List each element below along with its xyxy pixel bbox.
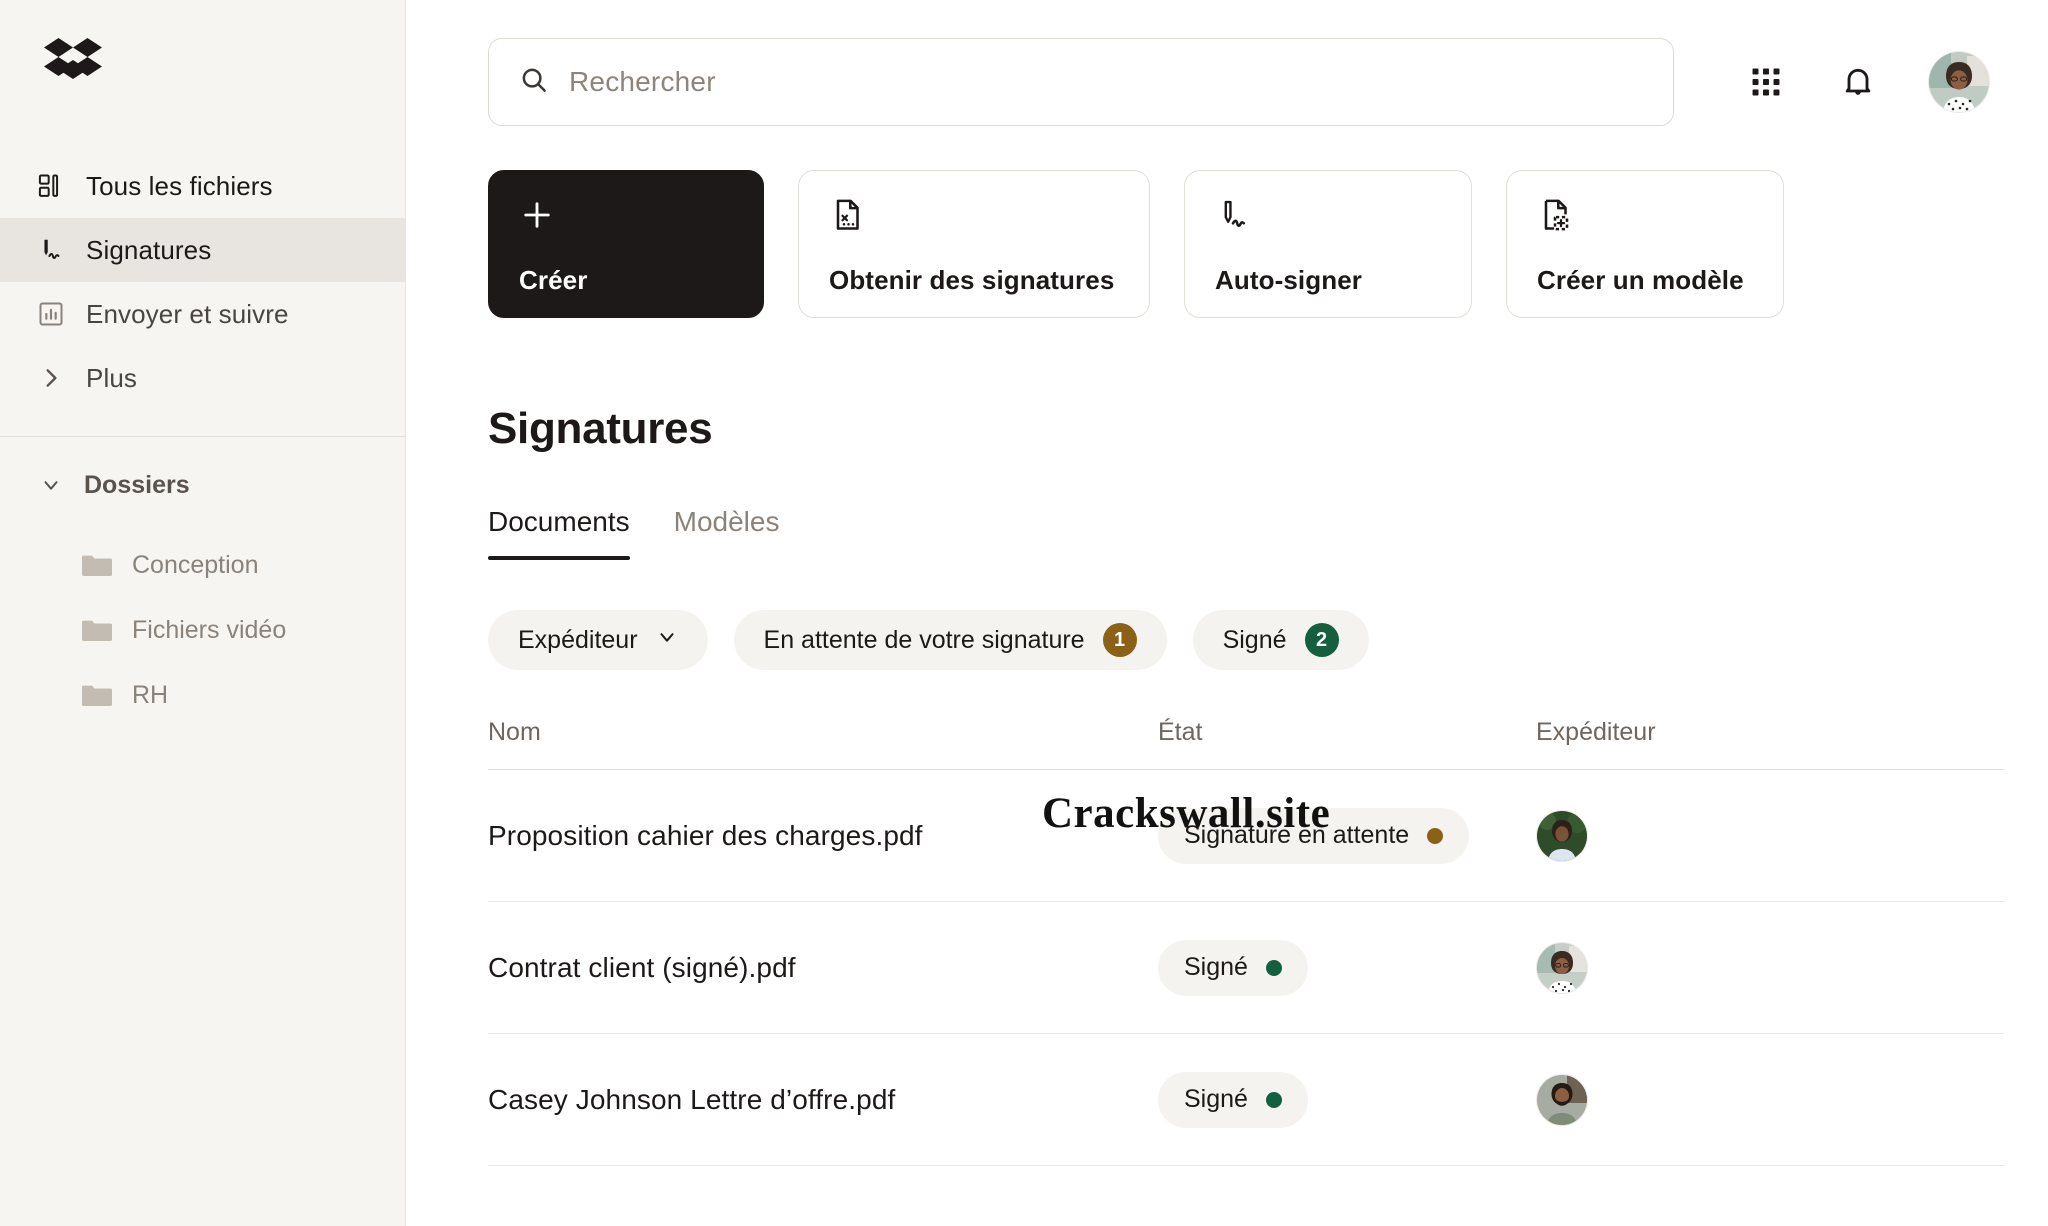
column-header-sender: Expéditeur <box>1536 718 1656 746</box>
chevron-right-icon <box>36 363 66 393</box>
search-input[interactable] <box>569 66 1643 98</box>
sidebar-item-more[interactable]: Plus <box>0 346 405 410</box>
create-template-button[interactable]: Créer un modèle <box>1506 170 1784 318</box>
get-signatures-label: Obtenir des signatures <box>829 265 1115 296</box>
sidebar-item-label: Plus <box>86 363 137 393</box>
sidebar-item-label: Tous les fichiers <box>86 171 273 201</box>
folder-label: Conception <box>132 551 259 579</box>
new-template-doc-icon <box>1537 197 1757 239</box>
filter-awaiting-signature[interactable]: En attente de votre signature 1 <box>733 610 1167 670</box>
filter-label: Expéditeur <box>518 625 638 654</box>
filter-signed[interactable]: Signé 2 <box>1192 610 1369 670</box>
documents-table: Nom État Expéditeur Proposition cahier d… <box>406 670 2048 1166</box>
sidebar-folder-conception[interactable]: Conception <box>0 533 405 598</box>
status-badge: 2 <box>1304 623 1339 657</box>
top-bar-icons <box>1674 51 1990 113</box>
document-state: Signature en attente <box>1158 807 1536 864</box>
column-header-name: Nom <box>488 718 541 746</box>
filter-bar: Expéditeur En attente de votre signature… <box>406 560 2048 670</box>
status-dot-icon <box>1265 959 1282 976</box>
status-dot-icon <box>1427 827 1444 844</box>
chevron-down-icon <box>656 626 678 655</box>
plus-icon <box>519 197 737 239</box>
sidebar-folder-rh[interactable]: RH <box>0 663 405 728</box>
status-label: Signé <box>1184 1085 1248 1113</box>
tab-label: Documents <box>488 506 630 537</box>
page-title: Signatures <box>488 404 713 453</box>
tabs: Documents Modèles <box>406 454 2048 560</box>
sidebar-folder-video[interactable]: Fichiers vidéo <box>0 598 405 663</box>
top-bar <box>406 0 2048 126</box>
folder-icon <box>82 619 113 643</box>
document-state: Signé <box>1158 939 1536 996</box>
document-name: Contrat client (signé).pdf <box>488 951 796 983</box>
sidebar: Tous les fichiers Signatures Envoyer et … <box>0 0 406 1226</box>
signature-icon <box>36 235 66 265</box>
dropbox-logo[interactable] <box>0 0 405 140</box>
avatar[interactable] <box>1536 941 1588 994</box>
status-badge: Signé <box>1158 939 1308 996</box>
table-row[interactable]: Contrat client (signé).pdf Signé <box>488 902 2004 1034</box>
table-row[interactable]: Proposition cahier des charges.pdf Signa… <box>488 770 2004 902</box>
tab-label: Modèles <box>673 506 780 537</box>
document-sender <box>1536 809 2004 862</box>
app-root: Tous les fichiers Signatures Envoyer et … <box>0 0 2048 1226</box>
folders-section-toggle[interactable]: Dossiers <box>0 437 405 533</box>
main-content: Créer Obtenir des signatures <box>406 0 2048 1226</box>
table-row[interactable]: Casey Johnson Lettre d’offre.pdf Signé <box>488 1034 2004 1166</box>
self-sign-label: Auto-signer <box>1215 265 1362 296</box>
document-state: Signé <box>1158 1071 1536 1128</box>
avatar[interactable] <box>1928 51 1990 113</box>
sidebar-item-label: Envoyer et suivre <box>86 299 289 329</box>
sidebar-item-signatures[interactable]: Signatures <box>0 218 405 282</box>
filter-sender-dropdown[interactable]: Expéditeur <box>488 610 708 670</box>
document-sender <box>1536 941 2004 994</box>
table-header-row: Nom État Expéditeur <box>488 718 2004 770</box>
all-files-icon <box>36 171 66 201</box>
folder-icon <box>82 554 113 578</box>
avatar[interactable] <box>1536 809 1588 862</box>
notification-bell-icon[interactable] <box>1836 60 1880 104</box>
sidebar-item-send-track[interactable]: Envoyer et suivre <box>0 282 405 346</box>
get-signatures-button[interactable]: Obtenir des signatures <box>798 170 1150 318</box>
status-label: Signature en attente <box>1184 821 1410 849</box>
create-button[interactable]: Créer <box>488 170 764 318</box>
status-badge: 1 <box>1102 623 1137 657</box>
tab-documents[interactable]: Documents <box>488 506 630 560</box>
status-badge: Signé <box>1158 1071 1308 1128</box>
status-dot-icon <box>1265 1091 1282 1108</box>
pen-sign-icon <box>1215 197 1445 239</box>
document-name: Casey Johnson Lettre d’offre.pdf <box>488 1083 896 1115</box>
apps-grid-icon[interactable] <box>1744 60 1788 104</box>
chevron-down-icon <box>40 474 62 496</box>
filter-label: En attente de votre signature <box>763 625 1085 654</box>
tab-templates[interactable]: Modèles <box>674 506 780 560</box>
sidebar-nav: Tous les fichiers Signatures Envoyer et … <box>0 154 405 410</box>
sidebar-item-all-files[interactable]: Tous les fichiers <box>0 154 405 218</box>
status-badge: Signature en attente <box>1158 807 1470 864</box>
filter-label: Signé <box>1222 625 1287 654</box>
folders-section-label: Dossiers <box>84 470 190 499</box>
self-sign-button[interactable]: Auto-signer <box>1184 170 1472 318</box>
folder-label: RH <box>132 681 169 709</box>
search-icon <box>519 65 549 100</box>
avatar[interactable] <box>1536 1073 1588 1126</box>
folder-icon <box>82 684 113 708</box>
folder-label: Fichiers vidéo <box>132 616 287 644</box>
column-header-state: État <box>1158 718 1203 746</box>
document-name: Proposition cahier des charges.pdf <box>488 819 923 851</box>
send-track-icon <box>36 299 66 329</box>
status-label: Signé <box>1184 953 1248 981</box>
create-template-label: Créer un modèle <box>1537 265 1744 296</box>
sidebar-item-label: Signatures <box>86 235 212 265</box>
search-bar[interactable] <box>488 38 1674 126</box>
request-signature-doc-icon <box>829 197 1123 239</box>
quick-actions: Créer Obtenir des signatures Auto-signer… <box>406 126 2048 318</box>
document-sender <box>1536 1073 2004 1126</box>
create-button-label: Créer <box>519 265 588 296</box>
